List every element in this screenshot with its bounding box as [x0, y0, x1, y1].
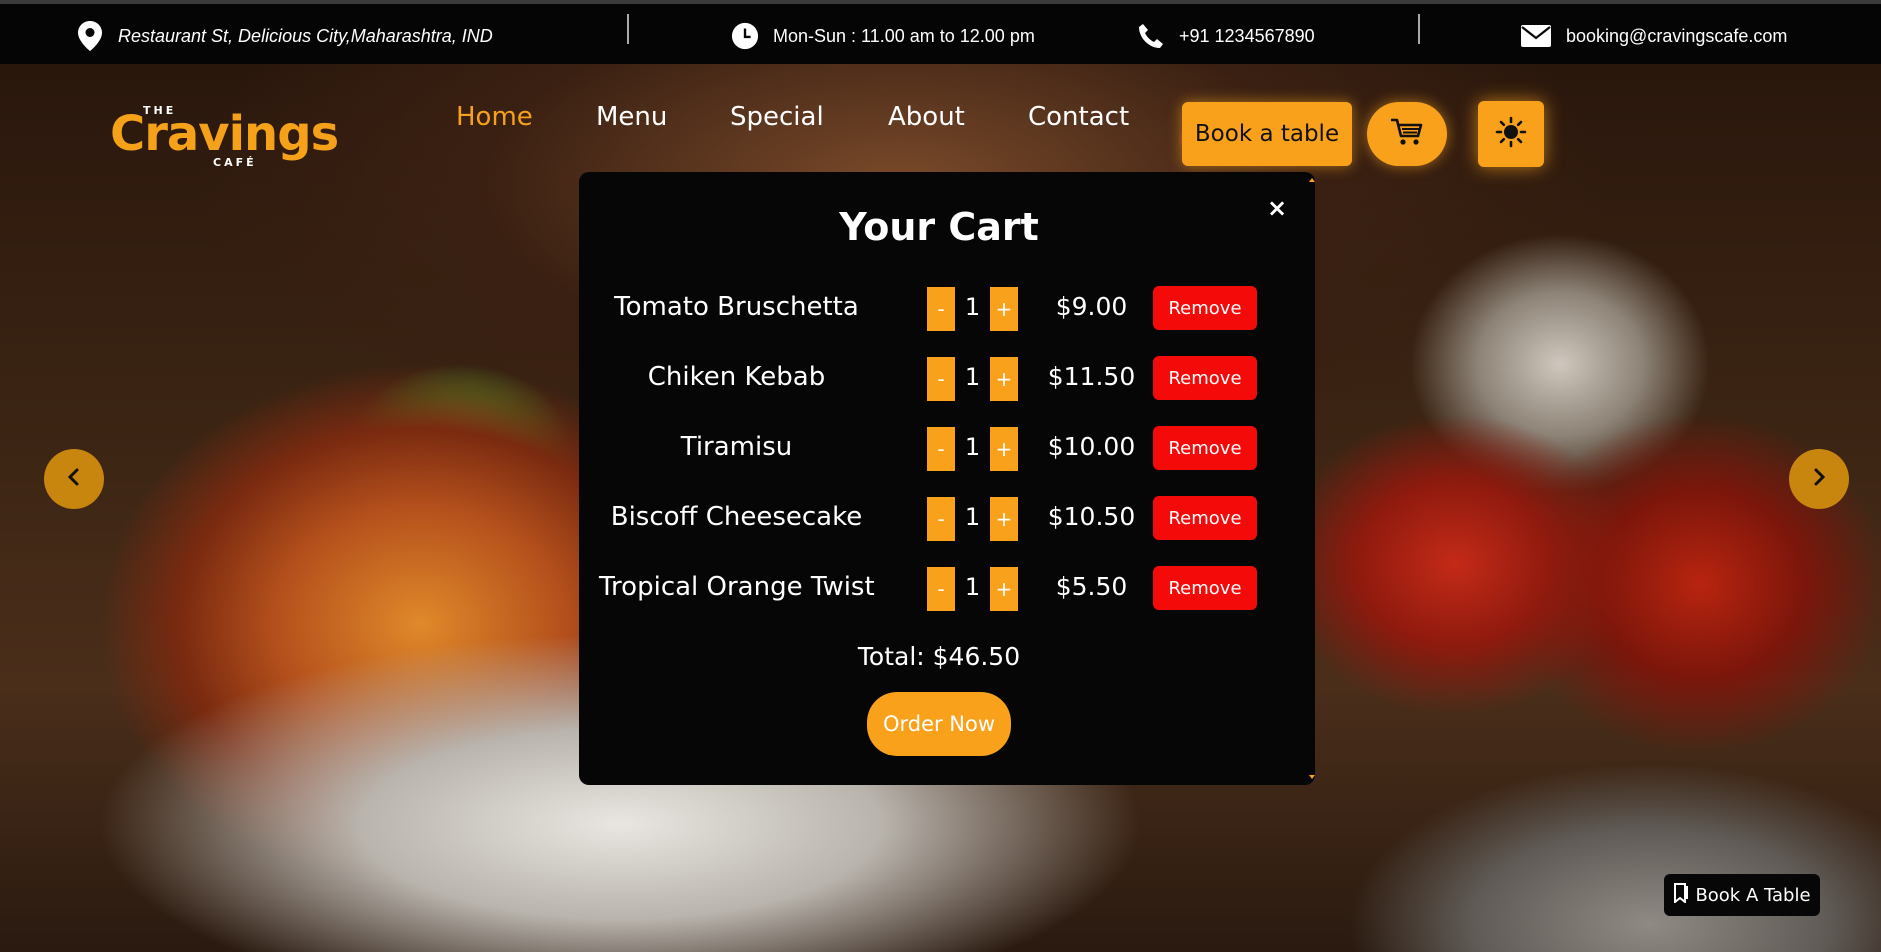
increase-qty-button[interactable]: + — [990, 567, 1018, 611]
remove-item-button[interactable]: Remove — [1153, 356, 1257, 400]
nav-menu[interactable]: Menu — [596, 102, 667, 132]
divider — [627, 14, 629, 44]
increase-qty-button[interactable]: + — [990, 497, 1018, 541]
cart-item-price: $9.00 — [1055, 292, 1128, 321]
hours-item: Mon-Sun : 11.00 am to 12.00 pm — [731, 12, 1035, 60]
cart-item-price: $5.50 — [1055, 572, 1128, 601]
cart-item-qty: 1 — [964, 503, 981, 531]
close-icon[interactable]: × — [1267, 194, 1287, 222]
clock-icon — [731, 22, 759, 50]
remove-item-button[interactable]: Remove — [1153, 286, 1257, 330]
logo-brand: Cravings — [110, 106, 339, 162]
cart-icon — [1390, 117, 1424, 151]
cart-item-name: Tomato Bruschetta — [614, 292, 859, 322]
nav-link-home[interactable]: Home — [456, 102, 533, 132]
cart-modal: Your Cart × Tomato Bruschetta - 1 + $9.0… — [579, 172, 1315, 785]
cart-item-name: Chiken Kebab — [647, 362, 826, 392]
email-item[interactable]: booking@cravingscafe.com — [1520, 12, 1787, 60]
phone-icon — [1137, 22, 1165, 50]
increase-qty-button[interactable]: + — [990, 357, 1018, 401]
cart-item-price: $11.50 — [1047, 362, 1136, 391]
cart-item: Tiramisu - 1 + $10.00 Remove — [579, 426, 1299, 472]
cart-item-name: Tropical Orange Twist — [599, 572, 875, 602]
nav-about[interactable]: About — [888, 102, 965, 132]
decrease-qty-button[interactable]: - — [927, 357, 955, 401]
remove-item-button[interactable]: Remove — [1153, 426, 1257, 470]
cart-title: Your Cart — [839, 205, 1039, 249]
address-item: Restaurant St, Delicious City,Maharashtr… — [76, 12, 493, 60]
decrease-qty-button[interactable]: - — [927, 567, 955, 611]
divider — [1418, 14, 1420, 44]
slider-prev-button[interactable] — [44, 449, 104, 509]
decrease-qty-button[interactable]: - — [927, 497, 955, 541]
scroll-up-icon[interactable] — [1309, 178, 1315, 182]
sun-icon — [1495, 116, 1527, 152]
cart-item-name: Tiramisu — [680, 432, 793, 462]
cart-item-qty: 1 — [964, 363, 981, 391]
chevron-right-icon — [1811, 467, 1827, 491]
cart-item-name: Biscoff Cheesecake — [610, 502, 863, 532]
cart-item: Tomato Bruschetta - 1 + $9.00 Remove — [579, 286, 1299, 332]
cart-item: Chiken Kebab - 1 + $11.50 Remove — [579, 356, 1299, 402]
nav-contact[interactable]: Contact — [1028, 102, 1129, 132]
nav-link-contact[interactable]: Contact — [1028, 102, 1129, 132]
nav-link-menu[interactable]: Menu — [596, 102, 667, 132]
chevron-left-icon — [66, 467, 82, 491]
cart-total: Total: $46.50 — [857, 642, 1021, 671]
remove-item-button[interactable]: Remove — [1153, 496, 1257, 540]
phone-item[interactable]: +91 1234567890 — [1137, 12, 1315, 60]
cart-item-price: $10.00 — [1047, 432, 1136, 461]
cart-item: Biscoff Cheesecake - 1 + $10.50 Remove — [579, 496, 1299, 542]
cart-scrollbar[interactable] — [1309, 176, 1315, 781]
cart-item: Tropical Orange Twist - 1 + $5.50 Remove — [579, 566, 1299, 612]
nav-link-about[interactable]: About — [888, 102, 965, 132]
cart-item-price: $10.50 — [1047, 502, 1136, 531]
slider-next-button[interactable] — [1789, 449, 1849, 509]
increase-qty-button[interactable]: + — [990, 287, 1018, 331]
cart-item-qty: 1 — [964, 433, 981, 461]
increase-qty-button[interactable]: + — [990, 427, 1018, 471]
cart-button[interactable] — [1367, 102, 1447, 166]
phone-text[interactable]: +91 1234567890 — [1179, 26, 1315, 47]
cart-item-qty: 1 — [964, 573, 981, 601]
remove-item-button[interactable]: Remove — [1153, 566, 1257, 610]
scroll-down-icon[interactable] — [1309, 775, 1315, 779]
hours-text: Mon-Sun : 11.00 am to 12.00 pm — [773, 25, 1035, 46]
theme-toggle-button[interactable] — [1478, 101, 1544, 167]
decrease-qty-button[interactable]: - — [927, 287, 955, 331]
nav-home[interactable]: Home — [456, 102, 533, 132]
nav-link-special[interactable]: Special — [730, 102, 824, 132]
decrease-qty-button[interactable]: - — [927, 427, 955, 471]
email-text[interactable]: booking@cravingscafe.com — [1566, 26, 1787, 47]
bookmark-icon — [1673, 882, 1689, 908]
location-pin-icon — [76, 21, 104, 51]
cart-item-qty: 1 — [964, 293, 981, 321]
top-info-bar: Restaurant St, Delicious City,Maharashtr… — [0, 0, 1881, 64]
logo-cafe: CAFÉ — [213, 156, 257, 169]
book-table-button[interactable]: Book a table — [1182, 102, 1352, 166]
nav-special[interactable]: Special — [730, 102, 824, 132]
address-text: Restaurant St, Delicious City,Maharashtr… — [118, 25, 493, 46]
mail-icon — [1520, 22, 1552, 50]
floating-book-label[interactable]: Book A Table — [1695, 885, 1810, 906]
logo[interactable]: THE Cravings CAFÉ — [110, 100, 339, 170]
floating-book-table-button[interactable]: Book A Table — [1664, 874, 1820, 916]
order-now-button[interactable]: Order Now — [867, 692, 1011, 756]
